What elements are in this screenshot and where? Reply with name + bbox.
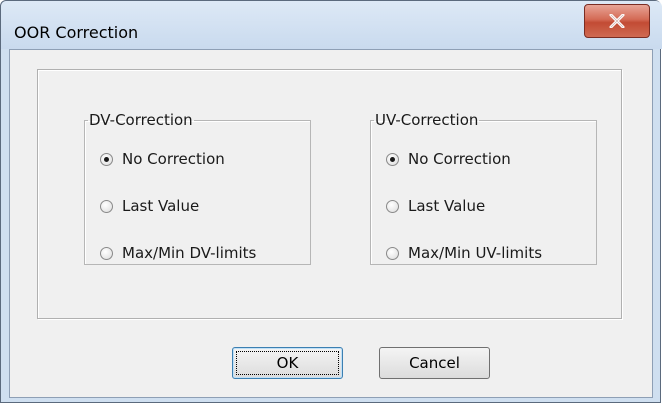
radio-label: No Correction <box>408 150 511 168</box>
uv-option-last-value[interactable]: Last Value <box>386 195 485 217</box>
title-bar[interactable]: OOR Correction <box>1 1 662 49</box>
radio-icon[interactable] <box>100 199 113 213</box>
dialog-body: DV-Correction No Correction Last Value M… <box>9 49 653 398</box>
close-button[interactable] <box>584 4 650 38</box>
dv-correction-title: DV-Correction <box>89 111 193 129</box>
uv-option-no-correction[interactable]: No Correction <box>386 148 511 170</box>
cancel-button[interactable]: Cancel <box>379 347 490 379</box>
dv-correction-group: DV-Correction No Correction Last Value M… <box>84 111 311 265</box>
radio-label: Max/Min DV-limits <box>122 244 257 262</box>
radio-label: Max/Min UV-limits <box>408 244 543 262</box>
radio-icon[interactable] <box>100 246 113 260</box>
dv-option-last-value[interactable]: Last Value <box>100 195 199 217</box>
uv-correction-group: UV-Correction No Correction Last Value M… <box>370 111 597 265</box>
options-panel: DV-Correction No Correction Last Value M… <box>37 69 622 319</box>
ok-button-label: OK <box>276 354 299 372</box>
radio-icon[interactable] <box>386 152 399 166</box>
radio-icon[interactable] <box>386 199 399 213</box>
radio-label: Last Value <box>122 197 200 215</box>
window-title: OOR Correction <box>14 23 139 42</box>
radio-label: Last Value <box>408 197 486 215</box>
uv-option-max-min-limits[interactable]: Max/Min UV-limits <box>386 242 542 264</box>
cancel-button-label: Cancel <box>409 354 460 372</box>
radio-icon[interactable] <box>386 246 399 260</box>
dv-option-no-correction[interactable]: No Correction <box>100 148 225 170</box>
ok-button[interactable]: OK <box>232 347 343 379</box>
uv-correction-title: UV-Correction <box>375 111 479 129</box>
radio-icon[interactable] <box>100 152 113 166</box>
radio-label: No Correction <box>122 150 225 168</box>
dialog-window: OOR Correction DV-Correction No Correcti… <box>0 0 662 403</box>
close-icon <box>609 14 625 28</box>
dv-option-max-min-limits[interactable]: Max/Min DV-limits <box>100 242 256 264</box>
